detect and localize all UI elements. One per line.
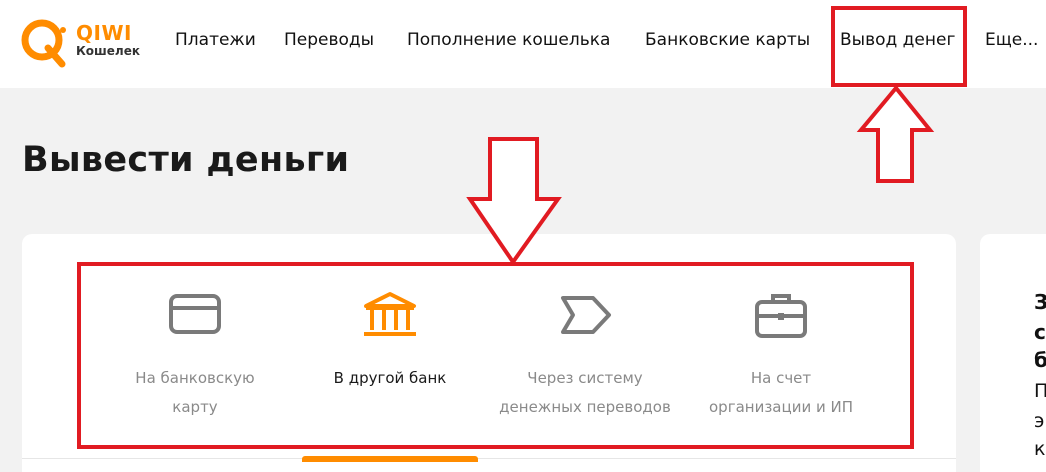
annotation-down-arrow-icon: [466, 137, 562, 266]
annotation-up-arrow-icon: [856, 84, 935, 183]
annotation-arrows: [466, 84, 935, 266]
